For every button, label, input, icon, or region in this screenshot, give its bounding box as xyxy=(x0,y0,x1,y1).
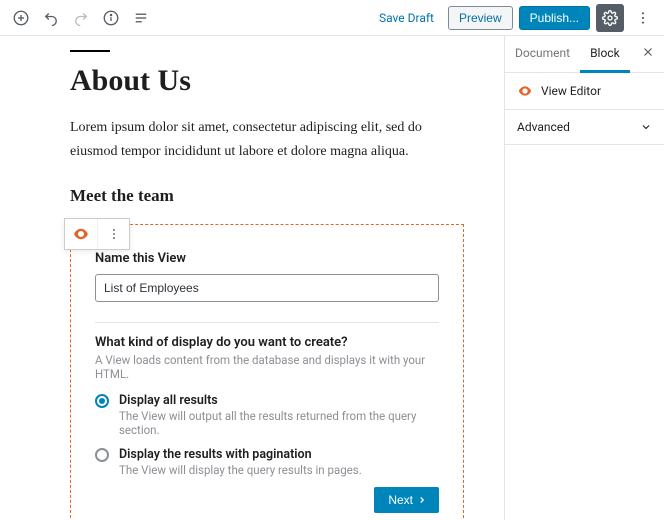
advanced-section[interactable]: Advanced xyxy=(505,110,664,145)
tab-block[interactable]: Block xyxy=(580,36,630,73)
add-block-button[interactable] xyxy=(8,5,34,31)
block-more-button[interactable] xyxy=(97,219,129,249)
next-button[interactable]: Next xyxy=(374,487,439,513)
advanced-label: Advanced xyxy=(517,120,570,134)
publish-button[interactable]: Publish... xyxy=(519,6,590,30)
display-question: What kind of display do you want to crea… xyxy=(95,335,439,350)
redo-button[interactable] xyxy=(68,5,94,31)
preview-button[interactable]: Preview xyxy=(448,6,513,30)
settings-sidebar: Document Block View Editor Advanced xyxy=(504,36,664,520)
save-draft-button[interactable]: Save Draft xyxy=(371,7,442,29)
option-label: Display the results with pagination xyxy=(119,447,362,462)
divider xyxy=(95,322,439,323)
display-hint: A View loads content from the database a… xyxy=(95,353,439,381)
next-button-label: Next xyxy=(388,493,413,507)
option-hint: The View will display the query results … xyxy=(119,463,362,477)
chevron-down-icon xyxy=(640,121,652,133)
undo-button[interactable] xyxy=(38,5,64,31)
option-hint: The View will output all the results ret… xyxy=(119,409,439,437)
more-menu-button[interactable] xyxy=(630,5,656,31)
radio-icon xyxy=(95,394,109,408)
view-name-input[interactable] xyxy=(95,274,439,302)
view-editor-icon[interactable] xyxy=(65,219,97,249)
name-view-label: Name this View xyxy=(95,251,439,266)
block-name-label: View Editor xyxy=(541,84,601,98)
top-toolbar: Save Draft Preview Publish... xyxy=(0,0,664,36)
info-button[interactable] xyxy=(98,5,124,31)
block-toolbar xyxy=(64,218,130,250)
page-title[interactable]: About Us xyxy=(70,64,464,98)
view-block: Name this View What kind of display do y… xyxy=(70,224,464,520)
option-label: Display all results xyxy=(119,393,439,408)
close-sidebar-button[interactable] xyxy=(632,36,664,72)
section-heading[interactable]: Meet the team xyxy=(70,186,464,206)
editor-canvas[interactable]: About Us Lorem ipsum dolor sit amet, con… xyxy=(0,36,504,520)
display-option-pagination[interactable]: Display the results with pagination The … xyxy=(95,447,439,477)
title-rule xyxy=(70,50,110,52)
display-option-all[interactable]: Display all results The View will output… xyxy=(95,393,439,437)
view-editor-icon xyxy=(517,83,533,99)
outline-button[interactable] xyxy=(128,5,154,31)
intro-paragraph[interactable]: Lorem ipsum dolor sit amet, consectetur … xyxy=(70,116,464,164)
block-identity: View Editor xyxy=(505,73,664,110)
radio-icon xyxy=(95,448,109,462)
tab-document[interactable]: Document xyxy=(505,36,580,72)
settings-button[interactable] xyxy=(596,4,624,32)
